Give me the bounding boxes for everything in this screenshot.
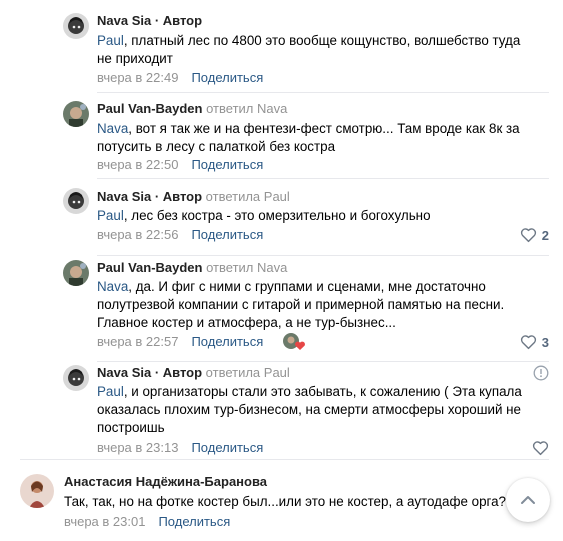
heart-icon — [295, 341, 305, 350]
comment-header: Nava Sia · Автор ответила Paul — [97, 365, 290, 381]
comment-meta: вчера в 23:13 Поделиться — [97, 440, 263, 456]
comment-meta: вчера в 22:56 Поделиться — [97, 227, 263, 243]
author-name[interactable]: Nava Sia — [97, 365, 151, 380]
comment-text: Paul, платный лес по 4800 это вообще кощ… — [97, 32, 537, 68]
scroll-top-button[interactable] — [506, 478, 550, 522]
comment-header: Nava Sia · Автор ответила Paul — [97, 189, 290, 205]
mention-link[interactable]: Paul — [97, 33, 124, 48]
comment-text: Так, так, но на фотке костер был...или э… — [64, 493, 524, 511]
author-name[interactable]: Анастасия Надёжина-Баранова — [64, 474, 267, 489]
comment-meta: вчера в 22:49 Поделиться — [97, 70, 263, 86]
comment-time[interactable]: вчера в 22:49 — [97, 70, 178, 85]
comment-time[interactable]: вчера в 23:13 — [97, 440, 178, 455]
mention-link[interactable]: Nava — [97, 279, 128, 294]
author-name[interactable]: Paul Van-Bayden — [97, 101, 202, 116]
comment-item: Nava Sia · Автор ответила Paul Paul, лес… — [0, 179, 563, 255]
comment-body: Так, так, но на фотке костер был...или э… — [64, 494, 507, 509]
like-button[interactable]: 2 — [520, 227, 549, 243]
mention-link[interactable]: Paul — [97, 384, 124, 399]
liker-avatar-icon — [283, 333, 305, 350]
comment-header: Paul Van-Bayden ответил Nava — [97, 101, 287, 117]
comment-text: Nava, да. И фиг с ними с группами и сцен… — [97, 278, 537, 332]
comment-body: , да. И фиг с ними с группами и сценами,… — [97, 279, 505, 330]
comment-time[interactable]: вчера в 22:57 — [97, 334, 178, 349]
author-name[interactable]: Paul Van-Bayden — [97, 260, 202, 275]
author-name[interactable]: Nava Sia — [97, 13, 151, 28]
comment-text: Nava, вот я так же и на фентези-фест смо… — [97, 120, 537, 156]
share-button[interactable]: Поделиться — [191, 70, 263, 85]
mention-link[interactable]: Paul — [97, 208, 124, 223]
avatar[interactable] — [63, 260, 89, 286]
author-name[interactable]: Nava Sia — [97, 189, 151, 204]
like-count: 2 — [541, 227, 549, 243]
reply-to-label[interactable]: ответила Paul — [206, 189, 290, 204]
heart-outline-icon — [520, 228, 536, 243]
heart-outline-icon — [532, 441, 549, 456]
comment-header: Анастасия Надёжина-Баранова — [64, 474, 267, 490]
heart-outline-icon — [520, 335, 536, 350]
avatar[interactable] — [63, 365, 89, 391]
comment-text: Paul, и организаторы стали это забывать,… — [97, 383, 537, 437]
author-badge: · Автор — [151, 189, 203, 204]
mention-link[interactable]: Nava — [97, 121, 128, 136]
comment-meta: вчера в 22:57 Поделиться — [97, 334, 263, 350]
comment-item: Nava Sia · Автор Paul, платный лес по 48… — [0, 0, 563, 92]
share-button[interactable]: Поделиться — [158, 514, 230, 529]
share-button[interactable]: Поделиться — [191, 227, 263, 242]
liked-by-avatar[interactable] — [282, 332, 306, 352]
comment-meta: вчера в 23:01 Поделиться — [64, 514, 230, 530]
comment-item: Paul Van-Bayden ответил Nava Nava, вот я… — [0, 93, 563, 178]
comment-time[interactable]: вчера в 23:01 — [64, 514, 145, 529]
comment-time[interactable]: вчера в 22:50 — [97, 157, 178, 172]
share-button[interactable]: Поделиться — [191, 334, 263, 349]
info-circle-icon — [533, 365, 549, 381]
avatar[interactable] — [63, 188, 89, 214]
comment-item: Paul Van-Bayden ответил Nava Nava, да. И… — [0, 256, 563, 362]
share-button[interactable]: Поделиться — [191, 157, 263, 172]
chevron-up-icon — [521, 496, 535, 504]
report-button[interactable] — [533, 365, 549, 381]
share-button[interactable]: Поделиться — [191, 440, 263, 455]
comment-header: Nava Sia · Автор — [97, 13, 202, 29]
comment-item: Nava Sia · Автор ответила Paul Paul, и о… — [0, 362, 563, 459]
comment-item: Анастасия Надёжина-Баранова Так, так, но… — [0, 460, 563, 541]
comment-time[interactable]: вчера в 22:56 — [97, 227, 178, 242]
like-button[interactable]: 3 — [520, 334, 549, 350]
comment-body: , платный лес по 4800 это вообще кощунст… — [97, 33, 521, 66]
like-button[interactable] — [532, 440, 549, 456]
reply-to-label[interactable]: ответила Paul — [206, 365, 290, 380]
comment-meta: вчера в 22:50 Поделиться — [97, 157, 263, 173]
reply-to-label[interactable]: ответил Nava — [206, 260, 287, 275]
avatar[interactable] — [63, 13, 89, 39]
comment-header: Paul Van-Bayden ответил Nava — [97, 260, 287, 276]
avatar[interactable] — [63, 101, 89, 127]
comment-text: Paul, лес без костра - это омерзительно … — [97, 207, 537, 225]
like-count: 3 — [541, 334, 549, 350]
comment-body: , вот я так же и на фентези-фест смотрю.… — [97, 121, 520, 154]
comment-body: , и организаторы стали это забывать, к с… — [97, 384, 522, 435]
comment-body: , лес без костра - это омерзительно и бо… — [123, 208, 431, 223]
author-badge: · Автор — [151, 13, 203, 28]
avatar[interactable] — [20, 474, 54, 508]
author-badge: · Автор — [151, 365, 203, 380]
reply-to-label[interactable]: ответил Nava — [206, 101, 287, 116]
